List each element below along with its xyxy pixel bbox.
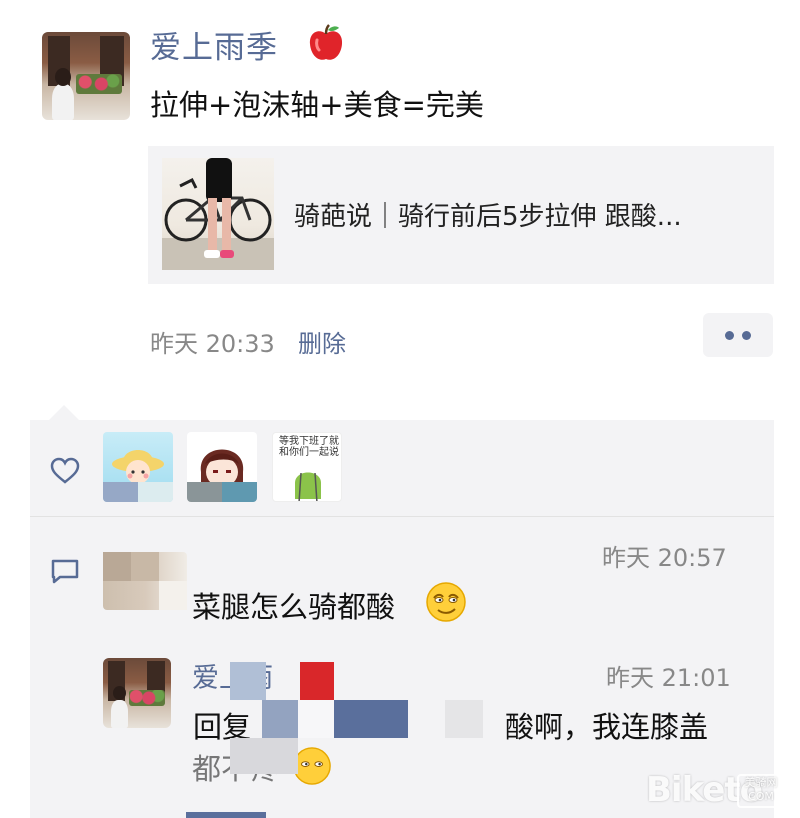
watermark-badge-bottom: COM [748,790,774,803]
like-avatar[interactable]: 等我下班了就和你们一起说 [272,432,342,502]
watermark-badge-top: 美骑网 [744,776,778,789]
more-actions-button[interactable] [703,313,773,357]
like-avatar[interactable] [103,432,173,502]
link-thumbnail [162,158,274,270]
more-dot-icon [725,330,734,340]
post-author-name[interactable]: 爱上雨季 [150,22,278,67]
link-title: 骑葩说｜骑行前后5步拉伸 跟酸... [294,202,682,232]
more-dot-icon [742,330,751,340]
comment-text: 菜腿怎么骑都酸 [192,590,396,624]
heart-icon [50,457,80,484]
post-timestamp: 昨天 20:33 [150,330,275,358]
post-text: 拉伸+泡沫轴+美食=完美 [150,88,484,122]
reply-text-end: 酸啊，我连膝盖 [505,710,709,744]
panel-arrow [48,405,80,421]
commenter-avatar[interactable] [103,552,187,610]
delete-link[interactable]: 删除 [298,324,346,359]
apple-emoji-icon [309,24,343,60]
post-author-avatar[interactable] [42,32,130,120]
watermark-badge: 美骑网 COM [737,774,785,808]
smirk-emoji-icon [426,582,466,622]
reply-timestamp: 昨天 21:01 [606,664,731,692]
bicycle-icon [162,158,274,270]
smirk-emoji-icon [293,747,331,785]
like-avatar[interactable] [187,432,257,502]
android-meme-icon [295,472,321,501]
like-comment-divider [30,516,774,517]
comment-icon [51,559,79,584]
reply-author-avatar[interactable] [103,658,171,728]
shared-link-card[interactable]: 骑葩说｜骑行前后5步拉伸 跟酸... [148,146,774,284]
comment-timestamp: 昨天 20:57 [602,544,727,572]
